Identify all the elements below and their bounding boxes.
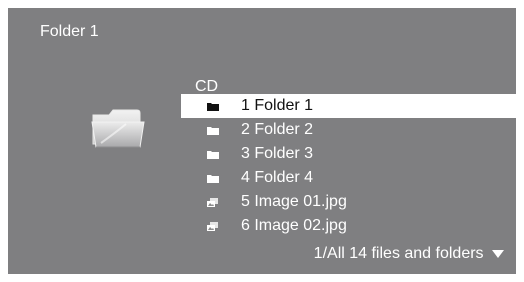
folder-icon bbox=[207, 127, 219, 135]
chevron-down-icon[interactable] bbox=[492, 249, 504, 259]
folder-icon bbox=[207, 175, 219, 183]
folder-icon bbox=[207, 151, 219, 159]
file-count-status: 1/All 14 files and folders bbox=[314, 244, 504, 264]
current-folder-title: Folder 1 bbox=[40, 23, 99, 40]
list-item-label: 2 Folder 2 bbox=[241, 121, 314, 138]
media-browser-screen: Folder 1 CD 1 Folder 12 Folder 23 Folder… bbox=[8, 8, 516, 274]
list-item-label: 4 Folder 4 bbox=[241, 169, 314, 186]
list-item[interactable]: 3 Folder 3 bbox=[181, 142, 516, 166]
file-list: 1 Folder 1 2 Folder 2 3 Folder 3 4 Folder 4… bbox=[181, 94, 516, 238]
list-item[interactable]: 2 Folder 2 bbox=[181, 118, 516, 142]
list-item-label: 5 Image 01.jpg bbox=[241, 193, 347, 210]
image-file-icon bbox=[207, 198, 218, 207]
image-file-icon bbox=[207, 222, 218, 231]
open-folder-icon bbox=[91, 109, 145, 148]
list-item[interactable]: 6 Image 02.jpg bbox=[181, 214, 516, 238]
list-item[interactable]: 1 Folder 1 bbox=[181, 94, 516, 118]
status-text: 1/All 14 files and folders bbox=[313, 245, 484, 262]
list-item-label: 3 Folder 3 bbox=[241, 145, 314, 162]
list-item-label: 6 Image 02.jpg bbox=[241, 217, 347, 234]
list-item[interactable]: 4 Folder 4 bbox=[181, 166, 516, 190]
list-item-label: 1 Folder 1 bbox=[241, 97, 314, 114]
folder-icon bbox=[207, 103, 219, 111]
list-item[interactable]: 5 Image 01.jpg bbox=[181, 190, 516, 214]
